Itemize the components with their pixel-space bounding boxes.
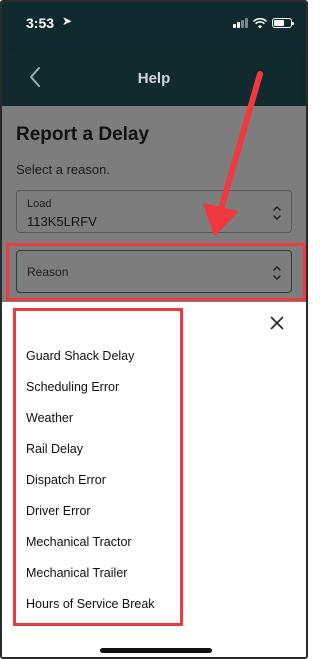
chevron-up-down-icon <box>273 206 281 220</box>
reason-highlight-box <box>6 243 306 301</box>
load-select[interactable]: Load 113K5LRFV <box>16 190 292 233</box>
app-header: Help <box>2 46 306 110</box>
page-title: Report a Delay <box>16 124 150 145</box>
load-value: 113K5LRFV <box>27 214 97 229</box>
header-title: Help <box>137 70 171 87</box>
battery-level <box>274 20 284 26</box>
page-subtitle: Select a reason. <box>16 162 110 177</box>
close-icon[interactable] <box>270 316 284 330</box>
options-highlight-box <box>13 308 183 626</box>
status-time: 3:53 <box>26 15 55 31</box>
signal-icon <box>233 18 248 28</box>
status-bar: 3:53 ➤ <box>2 2 306 46</box>
wifi-icon <box>253 17 267 28</box>
home-indicator <box>100 648 212 653</box>
location-icon: ➤ <box>62 14 73 28</box>
battery-icon <box>272 18 294 28</box>
load-label: Load <box>27 198 52 210</box>
phone-screen: 3:53 ➤ Help Report a Delay Select a reas… <box>0 0 308 659</box>
status-indicators <box>233 17 294 29</box>
